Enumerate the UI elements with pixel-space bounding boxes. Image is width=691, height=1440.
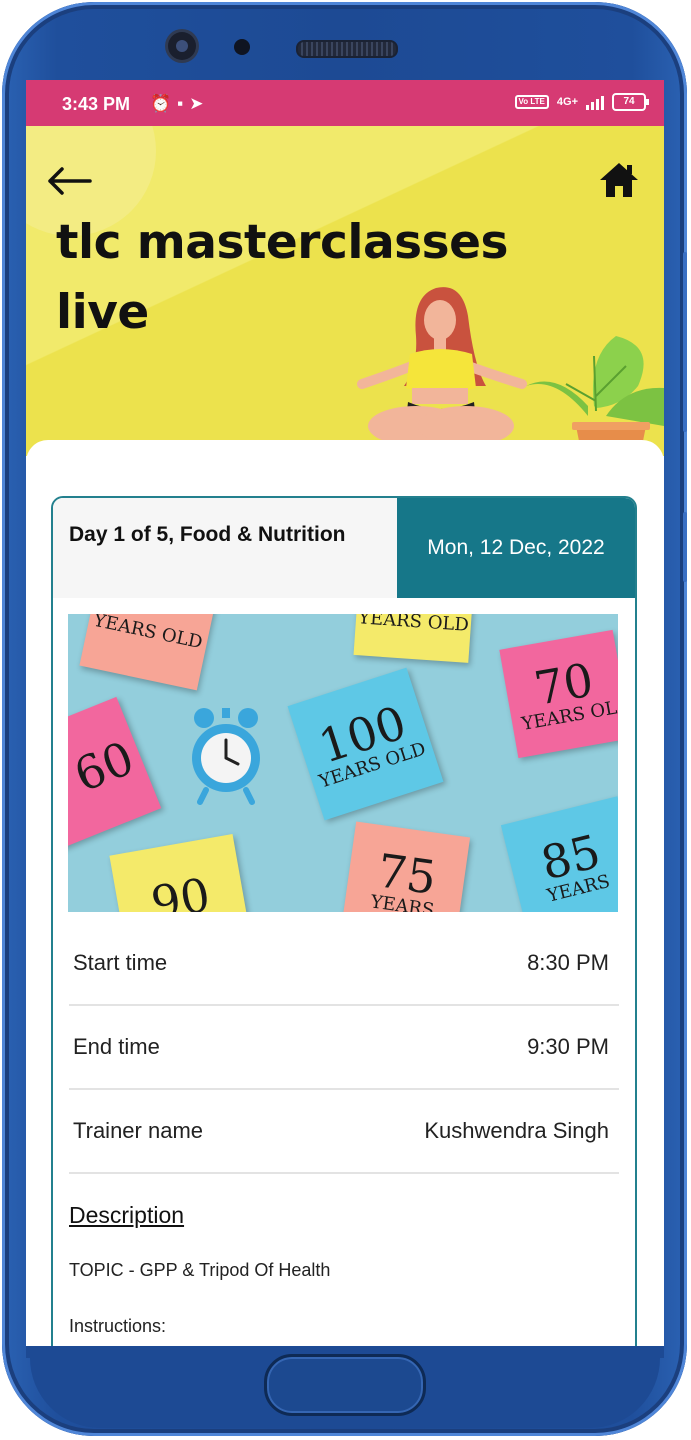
description-instructions: Instructions:: [69, 1316, 167, 1336]
home-button[interactable]: [264, 1354, 426, 1416]
session-day-label: Day 1 of 5, Food & Nutrition: [53, 498, 397, 598]
sticky-note: 70 YEARS OL: [499, 629, 618, 759]
start-time-row: Start time 8:30 PM: [69, 922, 619, 1006]
sticky-note: YEARS OLD: [353, 614, 474, 663]
session-image: YEARS OLD YEARS OLD 70 YEARS OL 100 YEAR…: [68, 614, 618, 912]
start-time-value: 8:30 PM: [527, 950, 609, 975]
status-bar: 3:43 PM ⏰▪➤ Vo LTE 4G+ 74: [26, 80, 664, 126]
power-button: [683, 512, 687, 582]
alarm-clock-icon: [192, 708, 260, 805]
session-card: Day 1 of 5, Food & Nutrition Mon, 12 Dec…: [51, 496, 637, 1360]
start-time-label: Start time: [73, 950, 168, 975]
sticky-note-number: 90: [146, 867, 215, 912]
front-camera: [168, 32, 196, 60]
sticky-note: 60: [68, 696, 162, 852]
session-card-header: Day 1 of 5, Food & Nutrition Mon, 12 Dec…: [53, 498, 635, 598]
volume-button: [683, 252, 687, 432]
trainer-row: Trainer name Kushwendra Singh: [69, 1090, 619, 1174]
status-notification-icons: ⏰▪➤: [150, 94, 209, 114]
trainer-value: Kushwendra Singh: [424, 1118, 609, 1143]
sticky-note: 75 YEARS: [340, 821, 471, 912]
battery-icon: 74: [612, 93, 649, 111]
sticky-note: 85 YEARS: [500, 796, 618, 912]
header-banner: tlc masterclasses live: [26, 126, 664, 456]
status-right-icons: Vo LTE 4G+ 74: [514, 93, 649, 111]
back-arrow-icon[interactable]: [46, 166, 92, 196]
status-time: 3:43 PM: [62, 94, 131, 114]
phone-frame: 3:43 PM ⏰▪➤ Vo LTE 4G+ 74 tlc masterclas…: [2, 2, 687, 1436]
end-time-label: End time: [73, 1034, 160, 1059]
trainer-label: Trainer name: [73, 1118, 204, 1143]
proximity-sensor: [234, 39, 250, 55]
sticky-note-text: YEARS OLD: [91, 614, 205, 653]
description-heading: Description: [69, 1202, 185, 1228]
yoga-woman-illustration: [357, 287, 664, 456]
sticky-note: 100 YEARS OLD: [287, 667, 444, 821]
session-date: Mon, 12 Dec, 2022: [397, 498, 635, 598]
message-icon: ▪: [177, 94, 190, 113]
sticky-note: 90: [109, 833, 252, 912]
earpiece-speaker: [296, 40, 398, 58]
network-type: 4G+: [556, 96, 578, 108]
sticky-note-number: 60: [68, 730, 142, 803]
volte-icon: Vo LTE: [514, 95, 549, 109]
signal-icon: [586, 94, 604, 110]
sticky-note-text: YEARS OLD: [357, 614, 470, 636]
page-title-line1: tlc masterclasses: [56, 215, 508, 270]
alarm-icon: ⏰: [150, 94, 178, 113]
description-topic: TOPIC - GPP & Tripod Of Health: [69, 1260, 331, 1280]
sticky-note: YEARS OLD: [79, 614, 217, 691]
navigation-icon: ➤: [189, 94, 210, 113]
end-time-value: 9:30 PM: [527, 1034, 609, 1059]
end-time-row: End time 9:30 PM: [69, 1006, 619, 1090]
home-icon[interactable]: [598, 160, 640, 200]
